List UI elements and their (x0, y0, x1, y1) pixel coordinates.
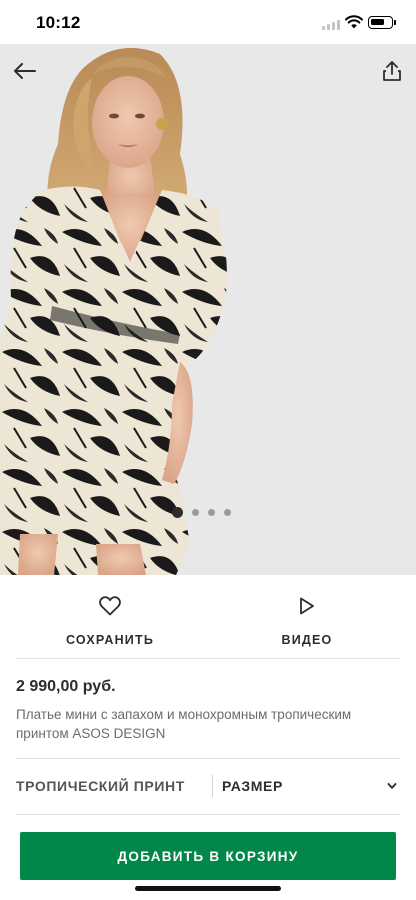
save-label: СОХРАНИТЬ (66, 633, 154, 647)
home-indicator (135, 886, 281, 891)
wifi-icon (345, 15, 363, 29)
share-icon (383, 61, 401, 81)
status-time: 10:12 (36, 13, 81, 32)
save-button[interactable]: СОХРАНИТЬ (58, 575, 162, 658)
divider (16, 658, 400, 659)
product-description: Платье мини с запахом и монохромным троп… (16, 707, 352, 741)
divider (16, 758, 400, 759)
product-image-gallery[interactable] (0, 44, 416, 575)
video-label: ВИДЕО (281, 633, 333, 647)
gallery-dot[interactable] (172, 506, 183, 518)
product-price: 2 990,00 руб. (16, 678, 116, 695)
product-photo (0, 44, 416, 575)
battery-icon (368, 16, 393, 29)
color-label: ТРОПИЧЕСКИЙ ПРИНТ (16, 778, 185, 794)
gallery-dot[interactable] (224, 508, 231, 516)
gallery-dot[interactable] (192, 508, 199, 516)
play-icon (300, 597, 314, 615)
divider (16, 814, 400, 815)
share-button[interactable] (378, 56, 406, 86)
cellular-signal-icon (322, 20, 340, 30)
video-button[interactable]: ВИДЕО (264, 575, 350, 658)
gallery-pagination[interactable] (172, 506, 231, 518)
gallery-dot[interactable] (208, 508, 215, 516)
add-to-cart-button[interactable]: ДОБАВИТЬ В КОРЗИНУ (20, 832, 396, 880)
chevron-down-icon (387, 783, 397, 789)
status-bar: 10:12 (0, 0, 416, 44)
back-button[interactable] (10, 56, 40, 86)
size-select-value: РАЗМЕР (222, 778, 283, 794)
product-actions: СОХРАНИТЬ ВИДЕО (0, 575, 416, 658)
size-select[interactable]: РАЗМЕР (213, 768, 403, 804)
heart-icon (99, 596, 121, 616)
arrow-left-icon (14, 63, 36, 79)
add-to-cart-label: ДОБАВИТЬ В КОРЗИНУ (117, 848, 299, 864)
